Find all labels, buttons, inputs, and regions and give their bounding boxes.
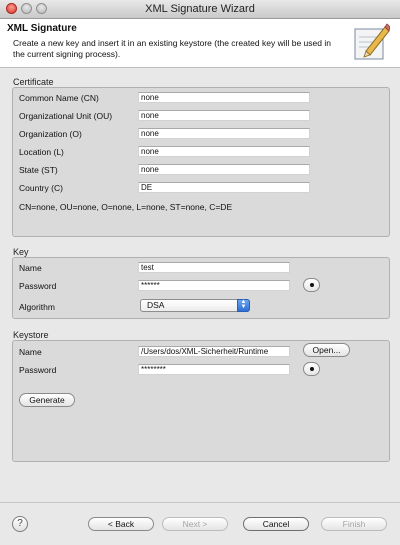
key-name-label: Name	[19, 263, 42, 273]
reveal-dot-icon	[310, 283, 314, 287]
key-group-label: Key	[13, 247, 29, 257]
keystore-password-field[interactable]: ********	[138, 364, 290, 375]
algorithm-label: Algorithm	[19, 302, 55, 312]
next-button[interactable]: Next >	[162, 517, 228, 531]
country-field[interactable]: DE	[138, 182, 310, 193]
location-field[interactable]: none	[138, 146, 310, 157]
organizational-unit-label: Organizational Unit (OU)	[19, 111, 113, 121]
algorithm-selected-value: DSA	[147, 300, 165, 310]
common-name-label: Common Name (CN)	[19, 93, 99, 103]
state-label: State (ST)	[19, 165, 58, 175]
country-label: Country (C)	[19, 183, 63, 193]
cancel-button[interactable]: Cancel	[243, 517, 309, 531]
organization-label: Organization (O)	[19, 129, 82, 139]
page-description: Create a new key and insert it in an exi…	[13, 38, 331, 59]
back-button[interactable]: < Back	[88, 517, 154, 531]
keystore-password-reveal-button[interactable]	[303, 362, 320, 376]
page-title: XML Signature	[7, 23, 77, 34]
organization-field[interactable]: none	[138, 128, 310, 139]
select-arrows-icon: ▲ ▼	[237, 299, 250, 312]
key-password-field[interactable]: ******	[138, 280, 290, 291]
footer-separator	[0, 502, 400, 503]
key-name-field[interactable]: test	[138, 262, 290, 273]
finish-button[interactable]: Finish	[321, 517, 387, 531]
keystore-name-label: Name	[19, 347, 42, 357]
certificate-group-label: Certificate	[13, 77, 54, 87]
generate-button[interactable]: Generate	[19, 393, 75, 407]
common-name-field[interactable]: none	[138, 92, 310, 103]
organizational-unit-field[interactable]: none	[138, 110, 310, 121]
distinguished-name-summary: CN=none, OU=none, O=none, L=none, ST=non…	[19, 202, 233, 212]
signature-pencil-icon	[352, 21, 391, 63]
key-password-reveal-button[interactable]	[303, 278, 320, 292]
state-field[interactable]: none	[138, 164, 310, 175]
keystore-password-label: Password	[19, 365, 57, 375]
help-icon[interactable]: ?	[12, 516, 28, 532]
location-label: Location (L)	[19, 147, 64, 157]
keystore-group-label: Keystore	[13, 330, 49, 340]
open-keystore-button[interactable]: Open...	[303, 343, 350, 357]
window-title: XML Signature Wizard	[145, 3, 255, 15]
reveal-dot-icon	[310, 367, 314, 371]
keystore-path-field[interactable]: /Users/dos/XML-Sicherheit/Runtime	[138, 346, 290, 357]
algorithm-select[interactable]: DSA ▲ ▼	[140, 299, 250, 312]
key-password-label: Password	[19, 281, 57, 291]
